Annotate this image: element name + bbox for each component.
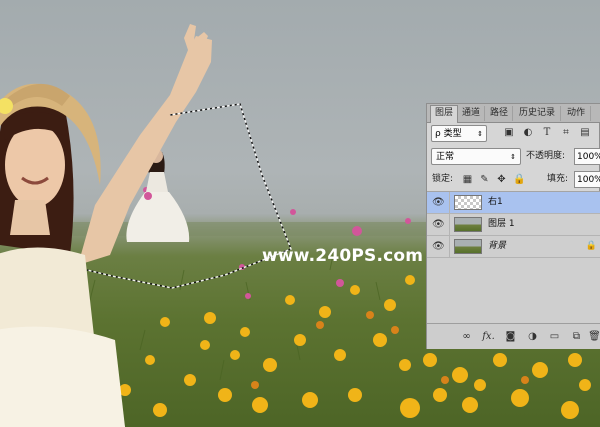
layers-panel: 图层 通道 路径 历史记录 动作 ρ 类型 ⇕ ▣ ◐ T ⌗ ▤ 正常 ⇕ 不… <box>426 103 600 349</box>
type-filter-icon[interactable]: T <box>541 127 553 139</box>
lock-pixels-icon[interactable]: ✎ <box>479 174 490 186</box>
adjustment-filter-icon[interactable]: ◐ <box>522 127 534 139</box>
watermark-text: www.240PS.com <box>262 246 424 266</box>
layer-row-background[interactable]: 👁 背景 🔒 <box>427 236 600 258</box>
panel-bottom-toolbar: ∞ fx. ◙ ◑ ▭ ⧉ 🗑 <box>427 323 600 349</box>
eye-icon[interactable]: 👁 <box>432 197 445 208</box>
blend-mode-select[interactable]: 正常 ⇕ <box>431 148 521 165</box>
lock-row: 锁定: ▦ ✎ ✥ 🔒 填充: 100% <box>427 171 600 191</box>
fill-label: 填充: <box>547 174 569 184</box>
blend-row: 正常 ⇕ 不透明度: 100% <box>427 148 600 168</box>
chevron-updown-icon: ⇕ <box>510 153 516 161</box>
layer-list: 👁 右1 👁 图层 1 👁 背景 🔒 <box>427 191 600 324</box>
filter-row: ρ 类型 ⇕ ▣ ◐ T ⌗ ▤ <box>427 125 600 145</box>
opacity-label: 不透明度: <box>526 151 566 161</box>
lock-all-icon[interactable]: 🔒 <box>513 174 525 186</box>
lock-transparency-icon[interactable]: ▦ <box>462 174 473 186</box>
tab-channels[interactable]: 通道 <box>458 106 485 121</box>
link-layers-icon[interactable]: ∞ <box>460 330 473 343</box>
layer-style-fx-icon[interactable]: fx. <box>482 330 495 343</box>
delete-layer-icon[interactable]: 🗑 <box>588 330 600 343</box>
image-filter-icon[interactable]: ▣ <box>503 127 515 139</box>
layer-filter-select[interactable]: ρ 类型 ⇕ <box>431 125 487 142</box>
layer-name: 右1 <box>488 197 503 207</box>
fill-input[interactable]: 100% <box>574 171 600 188</box>
opacity-input[interactable]: 100% <box>574 148 600 165</box>
eye-icon[interactable]: 👁 <box>432 219 445 230</box>
new-layer-icon[interactable]: ⧉ <box>570 330 583 343</box>
panel-tab-bar: 图层 通道 路径 历史记录 动作 <box>427 104 600 123</box>
new-group-icon[interactable]: ▭ <box>548 330 561 343</box>
layer-name: 图层 1 <box>488 219 515 229</box>
layer-thumbnail <box>454 239 482 254</box>
lock-icon: 🔒 <box>585 241 597 251</box>
add-mask-icon[interactable]: ◙ <box>504 330 517 343</box>
layer-name: 背景 <box>488 241 507 251</box>
adjustment-layer-icon[interactable]: ◑ <box>526 330 539 343</box>
lock-label: 锁定: <box>432 174 454 184</box>
smart-object-filter-icon[interactable]: ▤ <box>579 127 591 139</box>
filter-label: ρ 类型 <box>435 129 462 139</box>
layer-thumbnail <box>454 217 482 232</box>
tab-actions[interactable]: 动作 <box>562 106 591 121</box>
tab-layers[interactable]: 图层 <box>430 105 458 123</box>
lock-position-icon[interactable]: ✥ <box>496 174 507 186</box>
blend-mode-value: 正常 <box>436 152 455 162</box>
divider <box>449 214 450 235</box>
shape-filter-icon[interactable]: ⌗ <box>560 127 572 139</box>
tab-history[interactable]: 历史记录 <box>514 106 561 121</box>
divider <box>449 236 450 257</box>
divider <box>449 192 450 213</box>
layer-thumbnail <box>454 195 482 210</box>
chevron-updown-icon: ⇕ <box>477 130 483 138</box>
tab-paths[interactable]: 路径 <box>486 106 513 121</box>
layer-row-you1[interactable]: 👁 右1 <box>427 192 600 214</box>
eye-icon[interactable]: 👁 <box>432 241 445 252</box>
layer-row-layer1[interactable]: 👁 图层 1 <box>427 214 600 236</box>
